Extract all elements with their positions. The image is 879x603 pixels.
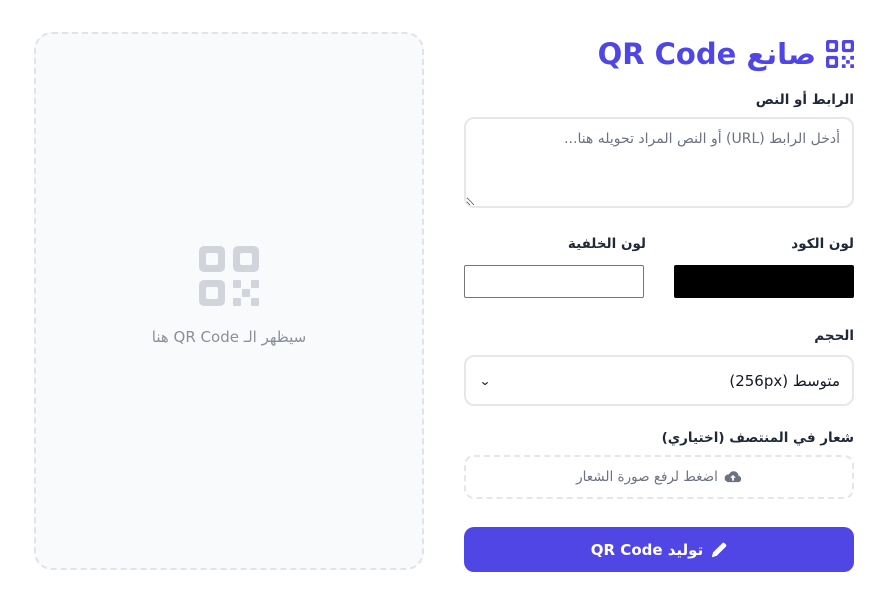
code-color-group: لون الكود: [672, 236, 854, 298]
qrcode-icon: [199, 246, 259, 306]
pen-icon: [712, 542, 727, 557]
preview-placeholder-text: سيظهر الـ QR Code هنا: [151, 328, 307, 346]
generate-button[interactable]: توليد QR Code: [464, 527, 854, 572]
code-color-picker[interactable]: [674, 265, 854, 298]
page-title: صانع QR Code: [597, 37, 816, 71]
logo-label: شعار في المنتصف (اختياري): [661, 430, 854, 446]
page-title-row: صانع QR Code: [464, 36, 854, 72]
code-color-label: لون الكود: [791, 236, 854, 252]
qr-form: صانع QR Code الرابط أو النص لون الكود لو…: [464, 36, 854, 572]
chevron-down-icon: ⌄: [478, 373, 492, 388]
logo-upload-text: اضغط لرفع صورة الشعار: [576, 469, 718, 485]
bg-color-group: لون الخلفية: [464, 236, 646, 298]
url-label: الرابط أو النص: [755, 92, 854, 108]
color-settings: لون الكود لون الخلفية: [464, 236, 854, 298]
url-input[interactable]: [464, 117, 854, 208]
generate-button-label: توليد QR Code: [590, 540, 704, 559]
size-label: الحجم: [814, 328, 854, 344]
qr-preview-panel: سيظهر الـ QR Code هنا: [34, 32, 424, 570]
bg-color-label: لون الخلفية: [567, 236, 646, 252]
logo-upload-area[interactable]: اضغط لرفع صورة الشعار: [464, 455, 854, 499]
cloud-upload-icon: [724, 471, 741, 483]
qr-generator-page: سيظهر الـ QR Code هنا صانع QR Code الراب…: [0, 0, 879, 603]
size-select-value: متوسط (256px): [729, 371, 840, 390]
bg-color-picker[interactable]: [464, 265, 644, 298]
qrcode-icon: [826, 40, 854, 68]
size-select[interactable]: متوسط (256px) ⌄: [464, 355, 854, 406]
